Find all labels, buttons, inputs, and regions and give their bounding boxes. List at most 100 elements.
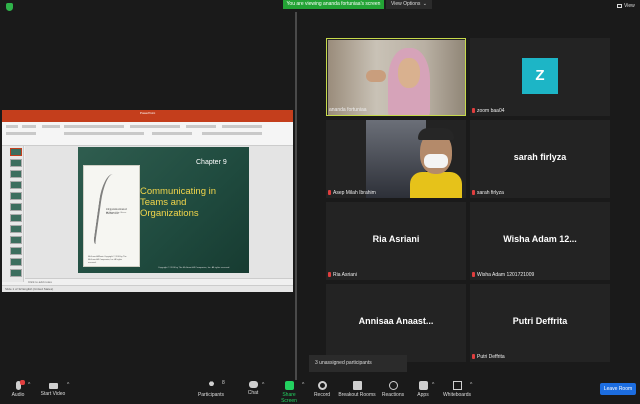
slide-thumbnail[interactable] (10, 181, 22, 189)
view-options-label: View Options (391, 1, 421, 7)
record-icon (317, 381, 327, 390)
video-tile[interactable]: Annisaa Anaast... (326, 284, 466, 362)
apps-label: Apps (417, 392, 429, 398)
video-tile[interactable]: sarah firlyza sarah firlyza (470, 120, 610, 198)
slide-copyright: Copyright © 2010 by The McGraw-Hill Comp… (158, 267, 230, 269)
reactions-button[interactable]: Reactions (380, 381, 406, 398)
participant-display-name: sarah firlyza (513, 152, 567, 162)
chat-label: Chat (247, 390, 259, 396)
participant-name: ananda fortuniaa (329, 107, 367, 113)
book-authors: McShane / Von Glinow (106, 212, 127, 214)
book-publisher: McGraw-Hill/Irwin Copyright © 2010 by Th… (88, 256, 127, 264)
chevron-down-icon: ⌄ (422, 1, 427, 7)
participant-name-row: sarah firlyza (472, 190, 504, 196)
slide-thumbnail[interactable] (10, 159, 22, 167)
share-screen-label: Share Screen (281, 392, 297, 404)
slide-thumbnail[interactable] (10, 148, 22, 156)
video-tile[interactable]: ananda fortuniaa (326, 38, 466, 116)
participant-name: sarah firlyza (477, 190, 504, 196)
ppt-ribbon (2, 122, 293, 146)
view-options-button[interactable]: View Options ⌄ (386, 0, 432, 9)
apps-button[interactable]: Apps (415, 381, 431, 398)
record-button[interactable]: Record (313, 381, 331, 398)
unassigned-participants-notice[interactable]: 3 unassigned participants (309, 355, 407, 372)
reactions-icon (388, 381, 398, 390)
participant-name-row: Putri Deffrita (472, 354, 505, 360)
slide-thumbnail[interactable] (10, 269, 22, 277)
participants-label: Participants (197, 392, 225, 398)
slide-thumbnails[interactable] (2, 146, 24, 282)
participant-display-name: Annisaa Anaast... (358, 316, 434, 326)
participant-name: Wisha Adam 1201721009 (477, 272, 535, 278)
current-slide[interactable]: Organizational Behavior McShane / Von Gl… (78, 147, 249, 273)
chat-icon (248, 381, 258, 388)
muted-mic-icon (472, 190, 475, 196)
participants-icon (206, 381, 216, 390)
shared-screen: PowerPoint Organizational Behavior McSha… (2, 110, 293, 292)
view-button[interactable]: View (617, 3, 635, 9)
share-screen-button[interactable]: Share Screen (274, 381, 304, 404)
leave-room-button[interactable]: Leave Room (600, 383, 636, 395)
slide-thumbnail[interactable] (10, 258, 22, 266)
slide-thumbnail[interactable] (10, 247, 22, 255)
whiteboard-options-caret[interactable]: ^ (470, 382, 472, 388)
security-shield-icon[interactable] (6, 3, 13, 11)
video-tile[interactable]: Putri Deffrita Putri Deffrita (470, 284, 610, 362)
slide-canvas: Organizational Behavior McShane / Von Gl… (25, 146, 293, 282)
start-video-button[interactable]: Start Video (38, 381, 68, 397)
share-screen-icon (284, 381, 294, 390)
slide-chapter: Chapter 9 (196, 159, 227, 166)
slide-thumbnail[interactable] (10, 192, 22, 200)
ppt-window-title: PowerPoint (2, 110, 293, 117)
participant-video (328, 40, 465, 115)
share-options-caret[interactable]: ^ (302, 382, 304, 388)
slide-thumbnail[interactable] (10, 225, 22, 233)
chat-options-caret[interactable]: ^ (262, 382, 264, 388)
slide-thumbnail[interactable] (10, 214, 22, 222)
ppt-status-bar: Slide 1 of 32 English (United States) (2, 285, 293, 292)
muted-mic-icon (328, 190, 331, 196)
video-tile[interactable]: Wisha Adam 12... Wisha Adam 1201721009 (470, 202, 610, 280)
chat-button[interactable]: Chat (244, 381, 262, 396)
breakout-rooms-button[interactable]: Breakout Rooms (338, 381, 376, 398)
participant-video (366, 120, 462, 198)
video-tile[interactable]: Ria Asriani Ria Asriani (326, 202, 466, 280)
slide-thumbnail[interactable] (10, 203, 22, 211)
audio-label: Audio (11, 392, 25, 398)
record-label: Record (313, 392, 331, 398)
video-tile[interactable]: Asep Milah Ibrahim (326, 120, 466, 198)
slide-thumbnail[interactable] (10, 170, 22, 178)
panel-divider[interactable] (295, 12, 297, 380)
book-cover-image: Organizational Behavior McShane / Von Gl… (83, 165, 140, 267)
participant-name-row: zoom baa04 (472, 108, 505, 114)
whiteboards-button[interactable]: Whiteboards (442, 381, 472, 398)
participant-display-name: Ria Asriani (372, 234, 420, 244)
participant-display-name: Putri Deffrita (512, 316, 568, 326)
breakout-rooms-icon (352, 381, 362, 390)
audio-warning-badge (20, 380, 25, 385)
participant-name-row: Asep Milah Ibrahim (328, 190, 376, 196)
audio-options-caret[interactable]: ^ (28, 382, 30, 388)
grid-view-icon (617, 3, 622, 8)
top-bar: You are viewing ananda fortuniaa's scree… (0, 0, 640, 12)
participants-count: 8 (222, 380, 225, 386)
view-label: View (624, 3, 635, 9)
participant-name: Ria Asriani (333, 272, 357, 278)
participant-display-name: Wisha Adam 12... (503, 234, 577, 244)
video-options-caret[interactable]: ^ (67, 382, 69, 388)
whiteboards-label: Whiteboards (442, 392, 472, 398)
start-video-label: Start Video (40, 391, 66, 397)
muted-mic-icon (472, 272, 475, 278)
muted-mic-icon (328, 272, 331, 278)
muted-mic-icon (472, 354, 475, 360)
participant-name-row: Ria Asriani (328, 272, 357, 278)
notes-field[interactable]: Click to add notes (25, 278, 293, 284)
slide-thumbnail[interactable] (10, 236, 22, 244)
slide-heading: Communicating in Teams and Organizations (140, 186, 217, 219)
video-camera-icon (48, 383, 58, 389)
meeting-toolbar: Audio ^ Start Video ^ Participants 8 Cha… (0, 380, 640, 404)
participant-name: Asep Milah Ibrahim (333, 190, 376, 196)
video-tile[interactable]: Z zoom baa04 (470, 38, 610, 116)
apps-options-caret[interactable]: ^ (432, 382, 434, 388)
apps-icon (418, 381, 428, 390)
